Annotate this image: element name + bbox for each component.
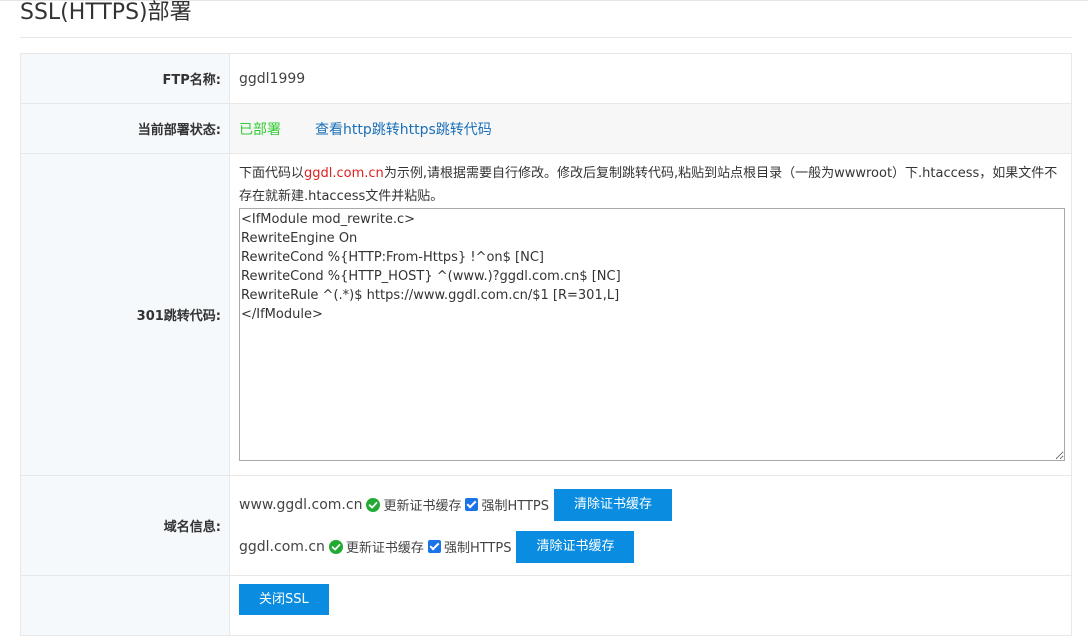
redirect-code-row: 301跳转代码: 下面代码以ggdl.com.cn为示例,请根据需要自行修改。修… bbox=[20, 153, 1072, 476]
close-ssl-row: 关闭SSL bbox=[20, 575, 1072, 636]
domain-name: ggdl.com.cn bbox=[239, 538, 325, 555]
ssl-form-table: FTP名称: ggdl1999 当前部署状态: 已部署 查看http跳转https… bbox=[20, 53, 1072, 636]
status-value-cell: 已部署 查看http跳转https跳转代码 bbox=[229, 103, 1072, 154]
check-circle-icon bbox=[328, 539, 343, 554]
title-divider bbox=[20, 37, 1072, 38]
close-ssl-button[interactable]: 关闭SSL bbox=[239, 584, 329, 615]
redirect-code-note: 下面代码以ggdl.com.cn为示例,请根据需要自行修改。修改后复制跳转代码,… bbox=[239, 162, 1065, 208]
page-title: SSL(HTTPS)部署 bbox=[20, 0, 192, 25]
domain-item: www.ggdl.com.cn 更新证书缓存 强制HTTPS 清除证书缓存 bbox=[239, 488, 1071, 521]
force-https-label[interactable]: 强制HTTPS bbox=[481, 495, 549, 514]
ftp-value-cell: ggdl1999 bbox=[229, 53, 1072, 104]
domain-info-label: 域名信息: bbox=[20, 475, 230, 576]
close-ssl-label-cell bbox=[20, 575, 230, 636]
force-https-label[interactable]: 强制HTTPS bbox=[444, 537, 512, 556]
note-prefix: 下面代码以 bbox=[239, 166, 305, 181]
clear-cert-cache-button[interactable]: 清除证书缓存 bbox=[516, 530, 635, 563]
ftp-row: FTP名称: ggdl1999 bbox=[20, 53, 1072, 104]
note-example-domain: ggdl.com.cn bbox=[304, 166, 384, 181]
check-circle-icon bbox=[366, 497, 381, 512]
redirect-code-textarea[interactable]: <IfModule mod_rewrite.c> RewriteEngine O… bbox=[239, 208, 1065, 461]
clear-cert-cache-button[interactable]: 清除证书缓存 bbox=[553, 488, 672, 521]
force-https-checkbox[interactable] bbox=[465, 498, 479, 511]
ftp-name-value: ggdl1999 bbox=[239, 70, 306, 87]
domain-info-row: 域名信息: www.ggdl.com.cn 更新证书缓存 强制HTTPS 清除证… bbox=[20, 475, 1072, 576]
close-ssl-cell: 关闭SSL bbox=[229, 575, 1072, 636]
force-https-checkbox[interactable] bbox=[427, 540, 441, 553]
status-label: 当前部署状态: bbox=[20, 103, 230, 154]
refresh-cert-cache-label[interactable]: 更新证书缓存 bbox=[383, 495, 461, 514]
redirect-code-cell: 下面代码以ggdl.com.cn为示例,请根据需要自行修改。修改后复制跳转代码,… bbox=[229, 153, 1072, 476]
domain-name: www.ggdl.com.cn bbox=[239, 496, 363, 513]
status-row: 当前部署状态: 已部署 查看http跳转https跳转代码 bbox=[20, 103, 1072, 154]
redirect-code-label: 301跳转代码: bbox=[20, 153, 230, 476]
refresh-cert-cache-label[interactable]: 更新证书缓存 bbox=[346, 537, 424, 556]
deploy-status-value: 已部署 bbox=[239, 121, 281, 138]
ftp-label: FTP名称: bbox=[20, 53, 230, 104]
domain-info-cell: www.ggdl.com.cn 更新证书缓存 强制HTTPS 清除证书缓存 gg… bbox=[229, 475, 1072, 576]
domain-item: ggdl.com.cn 更新证书缓存 强制HTTPS 清除证书缓存 bbox=[239, 530, 1071, 563]
view-redirect-code-link[interactable]: 查看http跳转https跳转代码 bbox=[315, 122, 492, 138]
